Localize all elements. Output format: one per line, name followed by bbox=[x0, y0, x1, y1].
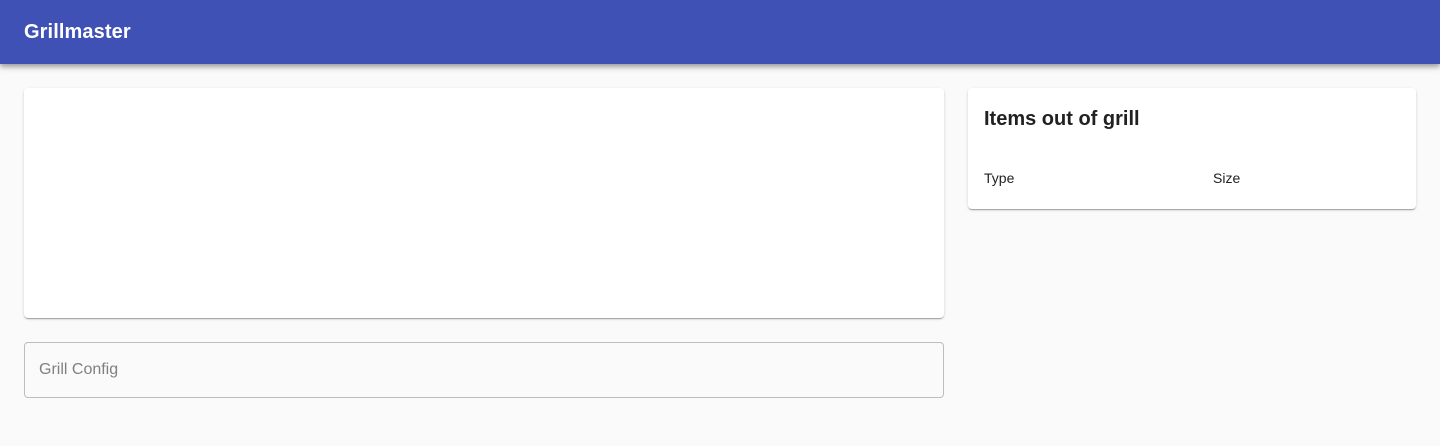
app-title: Grillmaster bbox=[24, 20, 131, 43]
grill-canvas-card bbox=[24, 88, 944, 318]
items-out-of-grill-card: Items out of grill Type Size bbox=[968, 88, 1416, 209]
grill-config-input[interactable] bbox=[24, 342, 944, 398]
items-out-title: Items out of grill bbox=[984, 108, 1140, 130]
column-header-type: Type bbox=[984, 170, 1015, 186]
items-table-header: Type Size bbox=[984, 170, 1400, 186]
app-bar: Grillmaster bbox=[0, 0, 1440, 64]
column-header-size: Size bbox=[1213, 170, 1241, 186]
